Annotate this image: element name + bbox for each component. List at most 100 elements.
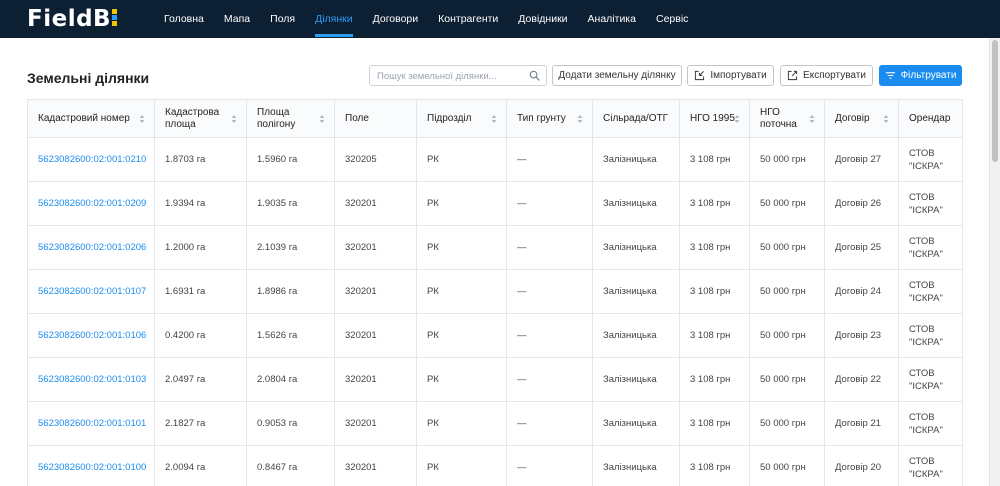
column-header-contract[interactable]: Договір: [824, 99, 899, 138]
column-header-label: Сільрада/ОТГ: [603, 112, 669, 124]
cell-soil-type: —: [506, 401, 593, 446]
cell-cad-number[interactable]: 5623082600:02:001:0210: [27, 137, 155, 182]
nav-item-service[interactable]: Сервіс: [656, 0, 688, 38]
table-row[interactable]: 5623082600:02:001:0210 1.8703 га 1.5960 га…: [27, 137, 963, 182]
nav-item-analytics[interactable]: Аналітика: [588, 0, 636, 38]
cell-tenant: СТОВ "ІСКРА": [898, 313, 963, 358]
cell-division: РК: [416, 357, 507, 402]
column-header-ngo-current[interactable]: НГО поточна: [749, 99, 825, 138]
cell-ngo-1995: 3 108 грн: [679, 445, 750, 486]
cell-soil-type: —: [506, 357, 593, 402]
table-row[interactable]: 5623082600:02:001:0206 1.2000 га 2.1039 га…: [27, 225, 963, 270]
nav-item-plots[interactable]: Ділянки: [315, 0, 353, 38]
nav-item-contracts[interactable]: Договори: [373, 0, 419, 38]
column-header-cad-number[interactable]: Кадастровий номер: [27, 99, 155, 138]
column-header-label: Договір: [835, 112, 870, 124]
cell-cad-area: 1.2000 га: [154, 225, 247, 270]
cell-soil-type: —: [506, 137, 593, 182]
cell-contract: Договір 24: [824, 269, 899, 314]
nav-item-fields[interactable]: Поля: [270, 0, 295, 38]
cell-soil-type: —: [506, 269, 593, 314]
column-header-label: Орендар: [909, 112, 951, 124]
cell-cad-number[interactable]: 5623082600:02:001:0100: [27, 445, 155, 486]
vertical-scrollbar[interactable]: [989, 38, 1000, 486]
column-header-polygon-area[interactable]: Площа полігону: [246, 99, 335, 138]
table-header-row: Кадастровий номер Кадастрова площа Площа п…: [27, 99, 963, 138]
sort-icon[interactable]: [577, 114, 583, 124]
cell-polygon-area: 1.8986 га: [246, 269, 335, 314]
column-header-label: Підрозділ: [427, 112, 472, 124]
cell-soil-type: —: [506, 225, 593, 270]
cell-council: Залізницька: [592, 357, 680, 402]
table-row[interactable]: 5623082600:02:001:0106 0.4200 га 1.5626 га…: [27, 313, 963, 358]
cell-soil-type: —: [506, 181, 593, 226]
cell-ngo-1995: 3 108 грн: [679, 181, 750, 226]
cell-cad-number[interactable]: 5623082600:02:001:0209: [27, 181, 155, 226]
cell-cad-area: 1.9394 га: [154, 181, 247, 226]
cell-cad-number[interactable]: 5623082600:02:001:0101: [27, 401, 155, 446]
top-navbar: FieldB Головна Мапа Поля Ділянки Договор…: [0, 0, 1000, 38]
cell-field: 320201: [334, 401, 417, 446]
add-plot-button[interactable]: Додати земельну ділянку: [552, 65, 682, 86]
cell-tenant: СТОВ "ІСКРА": [898, 401, 963, 446]
nav-item-counterparties[interactable]: Контрагенти: [438, 0, 498, 38]
cell-contract: Договір 22: [824, 357, 899, 402]
cell-polygon-area: 1.5960 га: [246, 137, 335, 182]
filter-button[interactable]: Фільтрувати: [879, 65, 962, 86]
column-header-label: Поле: [345, 112, 369, 124]
table-row[interactable]: 5623082600:02:001:0101 2.1827 га 0.9053 га…: [27, 401, 963, 446]
cell-cad-area: 2.1827 га: [154, 401, 247, 446]
cell-ngo-current: 50 000 грн: [749, 181, 825, 226]
table-body: 5623082600:02:001:0210 1.8703 га 1.5960 га…: [27, 137, 963, 486]
search-icon[interactable]: [529, 70, 540, 81]
cell-polygon-area: 2.1039 га: [246, 225, 335, 270]
cell-division: РК: [416, 445, 507, 486]
sort-icon[interactable]: [809, 114, 815, 124]
sort-icon[interactable]: [319, 114, 325, 124]
cell-field: 320205: [334, 137, 417, 182]
sort-icon[interactable]: [734, 114, 740, 124]
cell-polygon-area: 2.0804 га: [246, 357, 335, 402]
table-row[interactable]: 5623082600:02:001:0107 1.6931 га 1.8986 га…: [27, 269, 963, 314]
cell-tenant: СТОВ "ІСКРА": [898, 181, 963, 226]
nav-item-home[interactable]: Головна: [164, 0, 204, 38]
table-row[interactable]: 5623082600:02:001:0103 2.0497 га 2.0804 га…: [27, 357, 963, 402]
scrollbar-thumb[interactable]: [992, 40, 998, 162]
nav-item-directories[interactable]: Довідники: [518, 0, 567, 38]
column-header-ngo-1995[interactable]: НГО 1995: [679, 99, 750, 138]
nav-item-map[interactable]: Мапа: [224, 0, 250, 38]
cell-contract: Договір 23: [824, 313, 899, 358]
column-header-division[interactable]: Підрозділ: [416, 99, 507, 138]
logo-mark-icon: [112, 8, 121, 26]
column-header-cad-area[interactable]: Кадастрова площа: [154, 99, 247, 138]
cell-ngo-1995: 3 108 грн: [679, 401, 750, 446]
sort-icon[interactable]: [883, 114, 889, 124]
cell-ngo-current: 50 000 грн: [749, 357, 825, 402]
search-input[interactable]: [377, 69, 522, 83]
cell-cad-number[interactable]: 5623082600:02:001:0206: [27, 225, 155, 270]
cell-ngo-1995: 3 108 грн: [679, 357, 750, 402]
sort-icon[interactable]: [139, 114, 145, 124]
import-button[interactable]: Імпортувати: [687, 65, 774, 86]
export-icon: [787, 70, 798, 81]
fieldbi-logo[interactable]: FieldB: [27, 6, 121, 32]
cell-field: 320201: [334, 445, 417, 486]
column-header-label: Площа полігону: [257, 106, 296, 130]
sort-icon[interactable]: [491, 114, 497, 124]
cell-contract: Договір 20: [824, 445, 899, 486]
column-header-label: Кадастровий номер: [38, 112, 130, 124]
cell-field: 320201: [334, 269, 417, 314]
sort-icon[interactable]: [231, 114, 237, 124]
cell-cad-number[interactable]: 5623082600:02:001:0107: [27, 269, 155, 314]
cell-contract: Договір 26: [824, 181, 899, 226]
cell-soil-type: —: [506, 313, 593, 358]
export-button[interactable]: Експортувати: [780, 65, 873, 86]
cell-cad-area: 2.0497 га: [154, 357, 247, 402]
cell-ngo-1995: 3 108 грн: [679, 225, 750, 270]
cell-ngo-current: 50 000 грн: [749, 225, 825, 270]
table-row[interactable]: 5623082600:02:001:0100 2.0094 га 0.8467 га…: [27, 445, 963, 486]
cell-cad-number[interactable]: 5623082600:02:001:0106: [27, 313, 155, 358]
column-header-soil-type[interactable]: Тип грунту: [506, 99, 593, 138]
cell-cad-number[interactable]: 5623082600:02:001:0103: [27, 357, 155, 402]
table-row[interactable]: 5623082600:02:001:0209 1.9394 га 1.9035 га…: [27, 181, 963, 226]
